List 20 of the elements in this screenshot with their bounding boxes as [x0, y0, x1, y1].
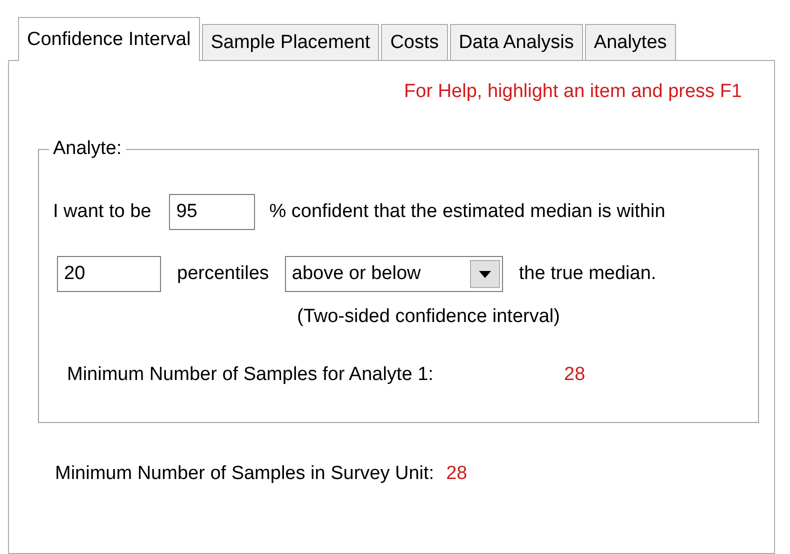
- tab[interactable]: Analytes: [584, 24, 676, 60]
- analyte-min-label: Minimum Number of Samples for Analyte 1:: [67, 364, 434, 386]
- confidence-suffix-label: % confident that the estimated median is within: [269, 201, 666, 223]
- survey-min-label: Minimum Number of Samples in Survey Unit:: [55, 463, 434, 485]
- group-legend: Analyte:: [49, 138, 126, 160]
- direction-dropdown[interactable]: above or below: [284, 256, 503, 292]
- confidence-prefix-label: I want to be: [53, 201, 152, 223]
- tab[interactable]: Data Analysis: [450, 24, 583, 60]
- survey-min-value: 28: [446, 463, 468, 485]
- percentiles-label: percentiles: [177, 263, 269, 285]
- tab[interactable]: Sample Placement: [202, 24, 380, 60]
- tab[interactable]: Confidence Interval: [18, 17, 200, 61]
- percentiles-input[interactable]: 20: [57, 256, 161, 292]
- help-text: For Help, highlight an item and press F1: [403, 81, 743, 103]
- interval-note: (Two-sided confidence interval): [297, 306, 561, 328]
- true-median-label: the true median.: [518, 263, 656, 285]
- dropdown-arrow-icon: [478, 270, 491, 278]
- confidence-input[interactable]: 95: [169, 194, 256, 230]
- tab[interactable]: Costs: [381, 24, 448, 60]
- analyte-min-value: 28: [564, 364, 586, 386]
